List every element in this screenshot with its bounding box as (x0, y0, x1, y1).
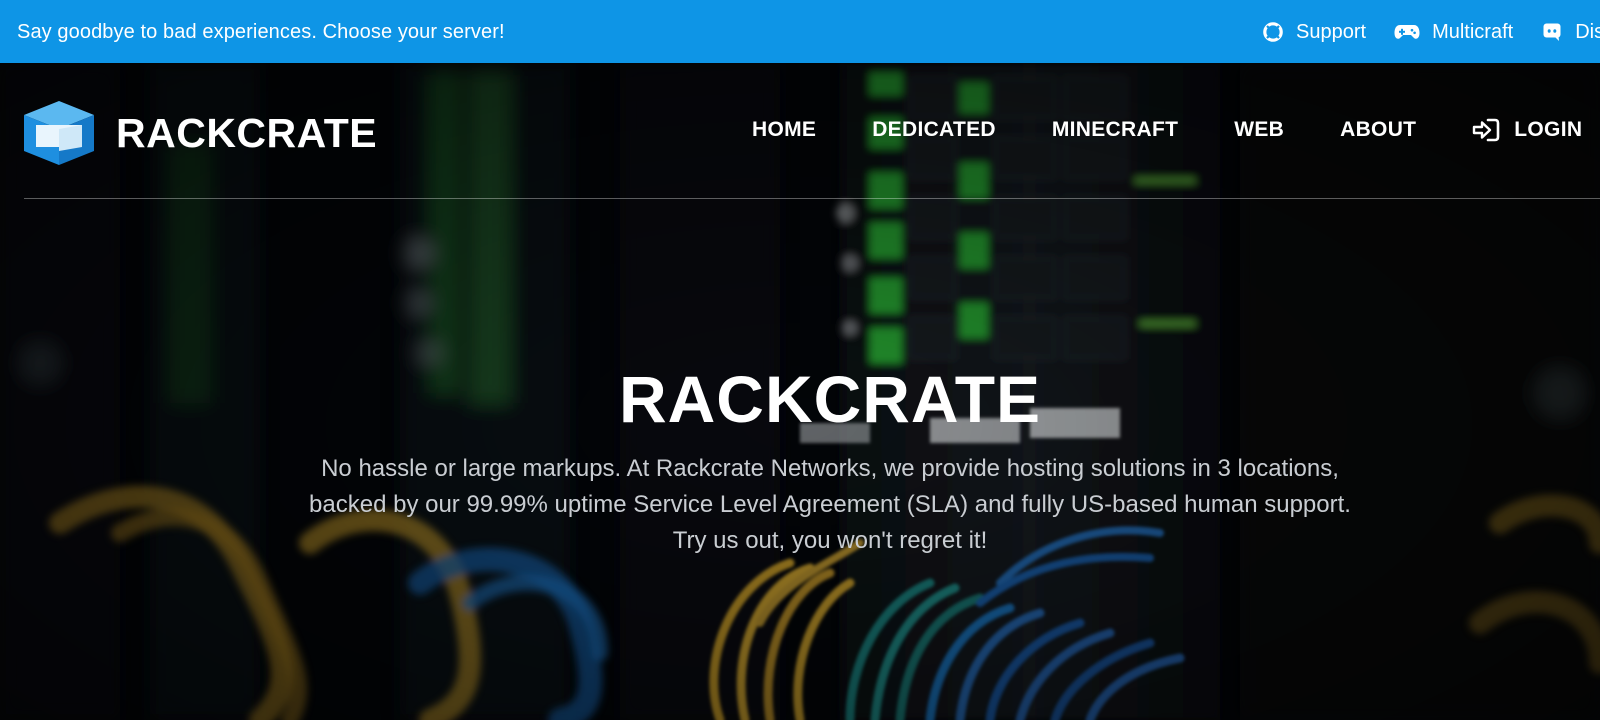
support-link-label: Support (1296, 21, 1367, 43)
nav-home[interactable]: HOME (752, 118, 816, 142)
announcement-message: Say goodbye to bad experiences. Choose y… (17, 21, 505, 43)
announcement-bar: Say goodbye to bad experiences. Choose y… (0, 0, 1600, 63)
nav-login-label: LOGIN (1514, 118, 1583, 141)
hero-description-line: Try us out, you won't regret it! (672, 527, 988, 554)
main-navigation: HOME DEDICATED MINECRAFT WEB ABOUT LOGIN (752, 116, 1582, 144)
sign-in-icon (1472, 117, 1500, 143)
brand-name: RACKCRATE (116, 110, 378, 156)
nav-minecraft[interactable]: MINECRAFT (1052, 118, 1178, 142)
nav-web[interactable]: WEB (1234, 118, 1284, 142)
nav-about[interactable]: ABOUT (1340, 118, 1416, 142)
support-link[interactable]: Support (1262, 21, 1366, 43)
topbar-links: Support Multicraft Dis (1262, 19, 1600, 45)
nav-login[interactable]: LOGIN (1472, 117, 1582, 143)
discord-icon (1541, 21, 1563, 43)
discord-link[interactable]: Discord (1541, 21, 1600, 43)
hero-description: No hassle or large markups. At Rackcrate… (230, 451, 1430, 559)
gamepad-icon (1394, 21, 1420, 43)
lifebuoy-icon (1262, 21, 1284, 43)
hero-description-line: backed by our 99.99% uptime Service Leve… (309, 491, 1351, 518)
multicraft-link[interactable]: Multicraft (1394, 21, 1513, 43)
discord-link-label: Discord (1575, 21, 1600, 43)
brand-logo-link[interactable]: RACKCRATE (24, 100, 394, 166)
hero-section: RACKCRATE HOME DEDICATED MINECRAFT WEB A… (0, 63, 1600, 720)
hero-description-line: No hassle or large markups. At Rackcrate… (321, 455, 1339, 482)
header-divider (24, 198, 1600, 199)
hero-title: RACKCRATE (618, 362, 1042, 436)
cube-logo-icon (24, 101, 94, 165)
nav-dedicated[interactable]: DEDICATED (872, 118, 996, 142)
multicraft-link-label: Multicraft (1432, 21, 1514, 43)
